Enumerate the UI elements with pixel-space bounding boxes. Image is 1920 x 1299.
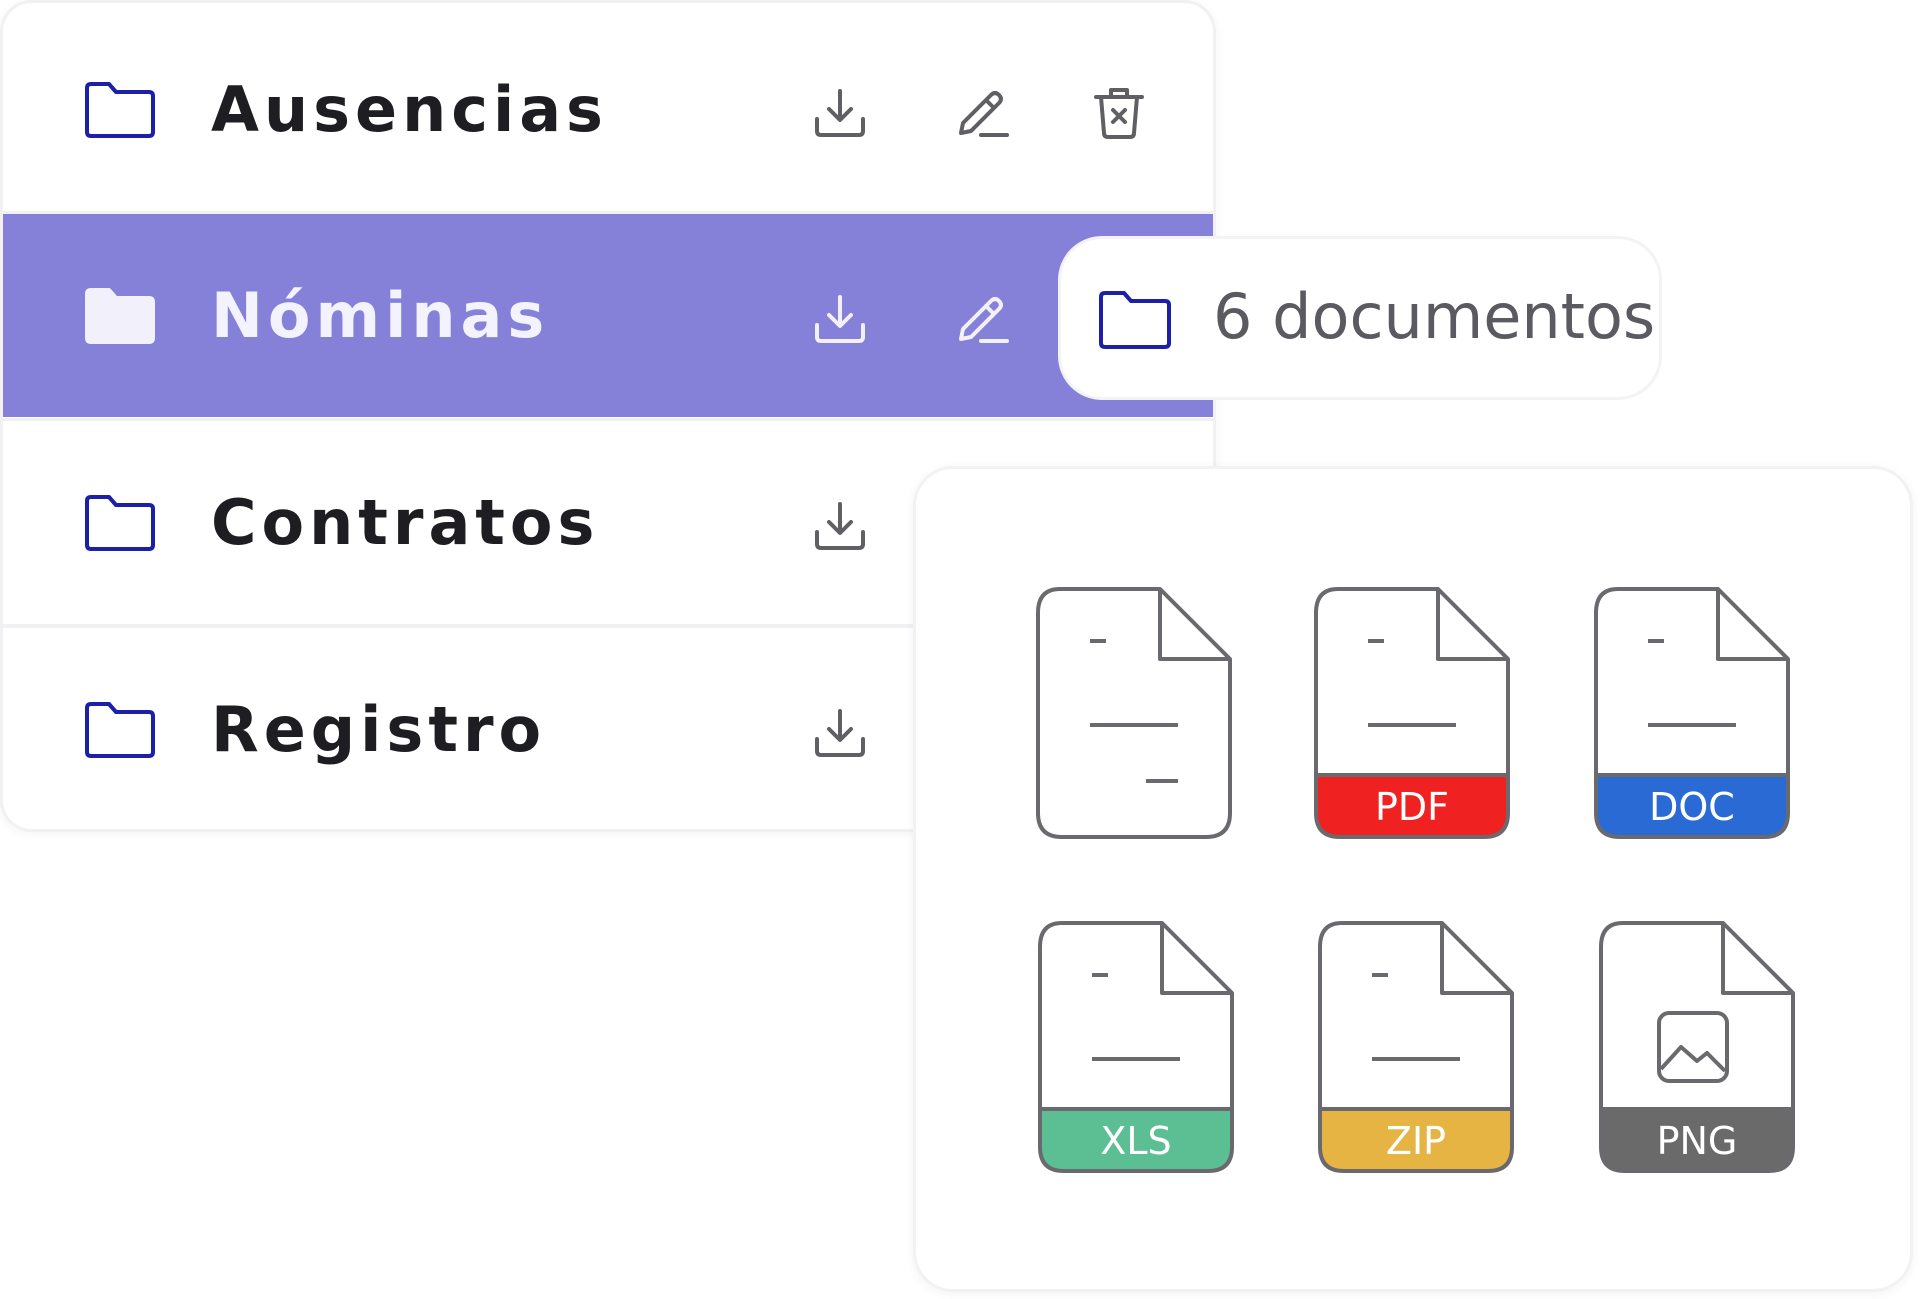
generic-file-icon [1034,585,1234,841]
file-type-label: XLS [1100,1119,1172,1163]
zip-file-icon: ZIP [1316,919,1516,1175]
folder-name: Ausencias [211,73,608,146]
folder-row-nominas[interactable]: Nóminas [3,214,1213,417]
folder-icon [1099,291,1171,349]
download-icon[interactable] [811,289,869,347]
png-file-icon: PNG [1597,919,1797,1175]
folder-name: Registro [211,693,547,766]
edit-icon[interactable] [953,83,1011,141]
folder-name: Contratos [211,486,600,559]
file-type-label: DOC [1649,785,1735,829]
pdf-file-icon: PDF [1312,585,1512,841]
doc-file-icon: DOC [1592,585,1792,841]
folder-icon [85,82,155,138]
file-type-label: ZIP [1385,1119,1447,1163]
file-type-label: PDF [1374,785,1450,829]
xls-file-icon: XLS [1036,919,1236,1175]
file-types-card: PDF DOC XLS ZIP PNG [913,466,1913,1292]
folder-icon [85,702,155,758]
document-count-text: 6 documentos [1213,280,1656,353]
folder-icon [85,495,155,551]
document-count-badge: 6 documentos [1058,236,1662,400]
folder-filled-icon [85,288,155,344]
trash-icon[interactable] [1090,83,1148,141]
download-icon[interactable] [811,496,869,554]
download-icon[interactable] [811,83,869,141]
folder-row-ausencias[interactable]: Ausencias [3,8,1213,211]
folder-name: Nóminas [211,279,550,352]
download-icon[interactable] [811,703,869,761]
edit-icon[interactable] [953,289,1011,347]
file-type-label: PNG [1656,1119,1738,1163]
